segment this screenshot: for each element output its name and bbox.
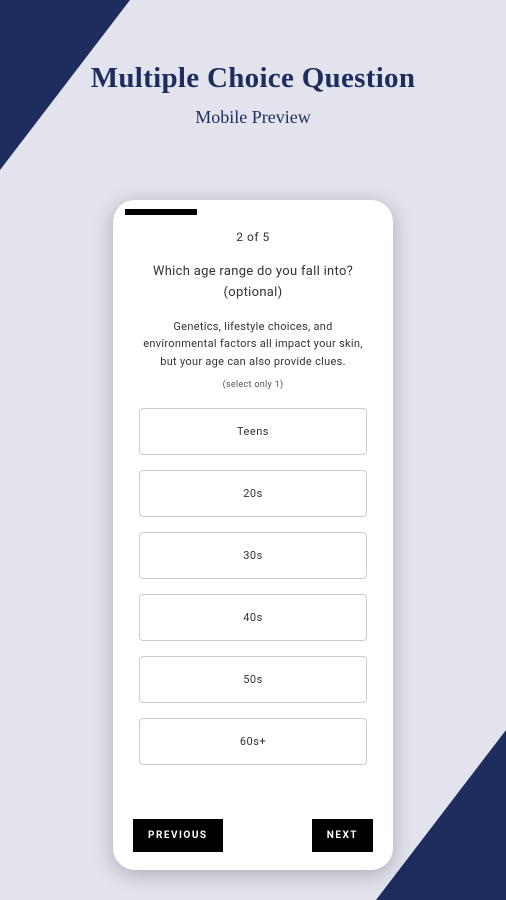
- question-description: Genetics, lifestyle choices, and environ…: [133, 318, 373, 371]
- option-30s[interactable]: 30s: [139, 532, 367, 579]
- option-60s-plus[interactable]: 60s+: [139, 718, 367, 765]
- progress-bar: [125, 209, 197, 215]
- option-20s[interactable]: 20s: [139, 470, 367, 517]
- page-subtitle: Mobile Preview: [0, 107, 506, 128]
- step-indicator: 2 of 5: [133, 230, 373, 244]
- navigation-buttons: PREVIOUS NEXT: [133, 819, 373, 852]
- options-list: Teens 20s 30s 40s 50s 60s+: [133, 408, 373, 780]
- mobile-preview-frame: 2 of 5 Which age range do you fall into?…: [113, 200, 393, 870]
- select-hint: (select only 1): [133, 380, 373, 390]
- previous-button[interactable]: PREVIOUS: [133, 819, 223, 852]
- next-button[interactable]: NEXT: [312, 819, 373, 852]
- question-text: Which age range do you fall into? (optio…: [133, 262, 373, 304]
- quiz-content: 2 of 5 Which age range do you fall into?…: [113, 200, 393, 800]
- page-title: Multiple Choice Question: [0, 62, 506, 95]
- option-50s[interactable]: 50s: [139, 656, 367, 703]
- page-header: Multiple Choice Question Mobile Preview: [0, 0, 506, 128]
- decorative-triangle-bottom: [376, 730, 506, 900]
- option-40s[interactable]: 40s: [139, 594, 367, 641]
- option-teens[interactable]: Teens: [139, 408, 367, 455]
